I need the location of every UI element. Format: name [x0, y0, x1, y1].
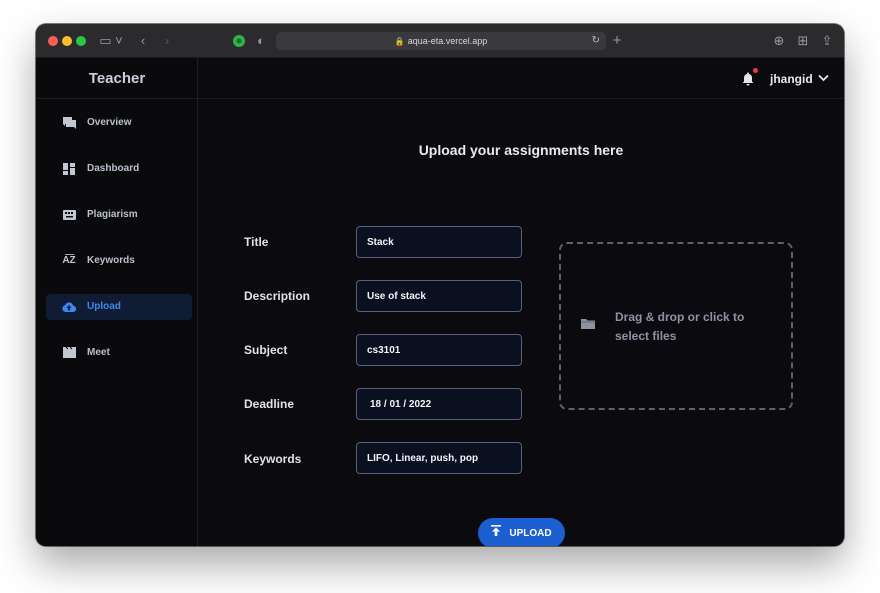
page-title: Upload your assignments here	[418, 142, 624, 158]
dropzone-text: Drag & drop or click to select files	[615, 310, 745, 343]
share-icon[interactable]: ⇪	[820, 32, 834, 50]
file-dropzone[interactable]: Drag & drop or click to select files	[559, 242, 793, 410]
main-content: jhangid Upload your assignments here Tit…	[198, 58, 844, 546]
subject-label: Subject	[244, 343, 288, 357]
title-input[interactable]	[356, 226, 522, 258]
brand-title: Teacher	[36, 58, 198, 99]
browser-window: ▭ ˅ ‹ › ◐ 🔒 aqua-eta.vercel.app ↻ + ⊕ ⊞ ⇪…	[36, 24, 844, 546]
description-input[interactable]	[356, 280, 522, 312]
chat-icon	[62, 110, 76, 136]
description-label: Description	[244, 289, 311, 303]
tab-overview-icon[interactable]: ⊞	[796, 32, 810, 50]
upload-button-label: UPLOAD	[509, 528, 552, 539]
close-window-button[interactable]	[48, 36, 58, 46]
sidebar-item-label: Meet	[87, 347, 110, 358]
minimize-window-button[interactable]	[62, 36, 72, 46]
extension-icon[interactable]	[232, 32, 246, 50]
sidebar-item-dashboard[interactable]: Dashboard	[46, 156, 192, 182]
deadline-input[interactable]	[356, 388, 522, 420]
title-label: Title	[244, 235, 269, 249]
sidebar-item-upload[interactable]: Upload	[46, 294, 192, 320]
keywords-label: Keywords	[244, 452, 302, 466]
upload-button[interactable]: UPLOAD	[478, 518, 565, 546]
folder-icon	[581, 318, 595, 332]
chevron-down-icon[interactable]	[818, 70, 829, 88]
upload-icon	[491, 518, 502, 546]
browser-toolbar: ▭ ˅ ‹ › ◐ 🔒 aqua-eta.vercel.app ↻ + ⊕ ⊞ ⇪	[36, 24, 844, 58]
downloads-icon[interactable]: ⊕	[772, 32, 786, 50]
url-text: aqua-eta.vercel.app	[407, 36, 488, 46]
sidebar-item-overview[interactable]: Overview	[46, 110, 192, 136]
lock-icon: 🔒	[394, 37, 405, 46]
sidebar-item-label: Keywords	[87, 255, 135, 266]
dashboard-icon	[62, 156, 76, 182]
sidebar-item-label: Upload	[87, 301, 121, 312]
new-tab-icon[interactable]: +	[610, 32, 624, 50]
reload-icon[interactable]: ↻	[592, 32, 600, 50]
movie-icon	[62, 340, 76, 366]
sidebar: Teacher Overview Dashboard Plagiarism A͞…	[36, 58, 198, 546]
top-bar: jhangid	[198, 58, 844, 99]
sidebar-item-plagiarism[interactable]: Plagiarism	[46, 202, 192, 228]
sidebar-item-keywords[interactable]: A͞Z Keywords	[46, 248, 192, 274]
privacy-shield-icon[interactable]: ◐	[254, 32, 268, 50]
sort-az-icon: A͞Z	[62, 255, 76, 266]
user-name[interactable]: jhangid	[770, 70, 813, 88]
maximize-window-button[interactable]	[76, 36, 86, 46]
forward-icon[interactable]: ›	[160, 32, 174, 50]
keyboard-icon	[62, 202, 76, 228]
sidebar-item-label: Plagiarism	[87, 209, 138, 220]
sidebar-item-meet[interactable]: Meet	[46, 340, 192, 366]
subject-input[interactable]	[356, 334, 522, 366]
keywords-input[interactable]	[356, 442, 522, 474]
address-bar[interactable]: 🔒 aqua-eta.vercel.app ↻	[276, 32, 606, 50]
sidebar-toggle-icon[interactable]: ▭ ˅	[98, 32, 124, 50]
notification-badge	[753, 68, 758, 73]
back-icon[interactable]: ‹	[136, 32, 150, 50]
sidebar-item-label: Dashboard	[87, 163, 140, 174]
deadline-label: Deadline	[244, 397, 295, 411]
cloud-upload-icon	[62, 294, 77, 320]
sidebar-item-label: Overview	[87, 117, 132, 128]
